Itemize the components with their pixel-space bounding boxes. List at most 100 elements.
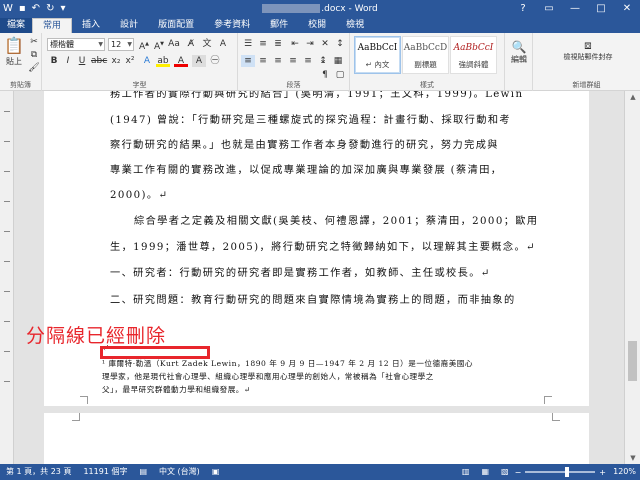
phonetic-icon[interactable]: 文 bbox=[200, 38, 214, 50]
shading-icon[interactable]: ▦ bbox=[331, 55, 345, 67]
zoom-control: ▥ ▦ ▧ − + bbox=[456, 464, 606, 480]
grow-font-icon[interactable]: A▲ bbox=[137, 38, 151, 52]
copy-icon[interactable]: ⧉ bbox=[27, 49, 41, 61]
italic-icon[interactable]: I bbox=[61, 55, 75, 67]
tab-file[interactable]: 檔案 bbox=[0, 18, 33, 33]
custom-group-label: 新增群組 bbox=[572, 81, 601, 89]
tab-layout[interactable]: 版面配置 bbox=[148, 18, 204, 33]
sort-icon[interactable]: ↕ bbox=[333, 38, 347, 50]
print-layout-icon[interactable]: ▦ bbox=[475, 464, 495, 480]
align-left-icon[interactable]: ≡ bbox=[241, 55, 255, 67]
tab-review[interactable]: 校閱 bbox=[298, 18, 336, 33]
decrease-indent-icon[interactable]: ⇤ bbox=[288, 38, 302, 50]
font-color-icon[interactable]: A bbox=[174, 55, 188, 67]
style-normal[interactable]: AaBbCcI ↵ 內文 bbox=[354, 36, 401, 74]
page-count[interactable]: 第 1 頁，共 23 頁 bbox=[0, 464, 77, 480]
tab-insert[interactable]: 插入 bbox=[72, 18, 110, 33]
customize-qat-icon[interactable]: ▾ bbox=[60, 0, 65, 18]
chinese-layout-icon[interactable]: ✕ bbox=[318, 38, 332, 50]
body-line: 2000)。↵ bbox=[110, 190, 169, 201]
body-line: (1947) 曾說：「行動研究是三種螺旋式的探究過程：計畫行動、採取行動和考 bbox=[110, 115, 512, 126]
undo-icon[interactable]: ↶ bbox=[32, 0, 40, 18]
char-border-icon[interactable]: A bbox=[216, 38, 230, 50]
read-mode-icon[interactable]: ▥ bbox=[456, 464, 476, 480]
ribbon-display-button[interactable]: ▭ bbox=[536, 0, 562, 18]
cut-icon[interactable]: ✂ bbox=[27, 36, 41, 48]
superscript-icon[interactable]: x² bbox=[123, 55, 137, 67]
underline-icon[interactable]: U bbox=[75, 55, 89, 67]
enclose-char-icon[interactable]: ㊀ bbox=[208, 55, 222, 67]
line-spacing-icon[interactable]: ↨ bbox=[316, 55, 330, 67]
archive-mail-button[interactable]: ⧈ 檢視貼郵件封存 bbox=[553, 37, 623, 75]
word-count[interactable]: 11191 個字 bbox=[77, 464, 133, 480]
chevron-down-icon: ▼ bbox=[127, 41, 132, 48]
zoom-in-button[interactable]: + bbox=[599, 468, 606, 477]
bold-icon[interactable]: B bbox=[47, 55, 61, 67]
tab-home[interactable]: 常用 bbox=[32, 18, 73, 33]
text-effects-icon[interactable]: A bbox=[140, 55, 154, 67]
close-button[interactable]: ✕ bbox=[614, 0, 640, 18]
justify-icon[interactable]: ≡ bbox=[286, 55, 300, 67]
paragraph-group: ☰ ≡ ≣ ⇤ ⇥ ✕ ↕ ≡ ≡ ≡ ≡ ≡ ↨ ▦ ¶ ▢ 段落 bbox=[238, 33, 350, 91]
styles-group-label: 樣式 bbox=[420, 81, 434, 89]
align-center-icon[interactable]: ≡ bbox=[256, 55, 270, 67]
bullets-icon[interactable]: ☰ bbox=[241, 38, 255, 50]
zoom-slider-knob[interactable] bbox=[565, 467, 570, 477]
scroll-up-icon[interactable]: ▲ bbox=[625, 91, 640, 103]
tab-design[interactable]: 設計 bbox=[110, 18, 148, 33]
paste-button[interactable]: 📋 貼上 bbox=[3, 35, 25, 75]
footnote-line: ¹ 庫爾特·勒溫（Kurt Zadek Lewin，1890 年 9 月 9 日… bbox=[102, 359, 473, 368]
numbering-icon[interactable]: ≡ bbox=[256, 38, 270, 50]
styles-group: AaBbCcI ↵ 內文 AaBbCcD 副標題 AaBbCcI 強調斜體 樣式 bbox=[350, 33, 505, 91]
body-line: 察行動研究的結果。」也就是由實務工作者本身發動進行的研究，努力完成與 bbox=[110, 140, 499, 151]
body-line: 一、研究者：行動研究的研究者即是實務工作者，如教師、主任或校長。↵ bbox=[110, 268, 491, 279]
proofing-icon[interactable]: ▤ bbox=[133, 464, 153, 480]
tab-mailings[interactable]: 郵件 bbox=[260, 18, 298, 33]
change-case-icon[interactable]: Aa bbox=[167, 38, 181, 50]
increase-indent-icon[interactable]: ⇥ bbox=[303, 38, 317, 50]
help-button[interactable]: ? bbox=[510, 0, 536, 18]
multilevel-list-icon[interactable]: ≣ bbox=[271, 38, 285, 50]
style-subtitle[interactable]: AaBbCcD 副標題 bbox=[402, 36, 449, 74]
macro-icon[interactable]: ▣ bbox=[206, 464, 226, 480]
style-emphasis[interactable]: AaBbCcI 強調斜體 bbox=[450, 36, 497, 74]
clear-format-icon[interactable]: A̸ bbox=[184, 38, 198, 50]
zoom-out-button[interactable]: − bbox=[515, 468, 522, 477]
word-logo-icon: W bbox=[3, 3, 13, 14]
font-size-select[interactable]: 12 ▼ bbox=[108, 38, 134, 51]
scroll-thumb[interactable] bbox=[628, 341, 637, 381]
paragraph-group-label: 段落 bbox=[286, 81, 301, 89]
zoom-level[interactable]: 120% bbox=[613, 464, 636, 480]
web-layout-icon[interactable]: ▧ bbox=[495, 464, 515, 480]
align-right-icon[interactable]: ≡ bbox=[271, 55, 285, 67]
document-area[interactable]: 務工作者的實際行動與研究的結合」(吳明清，1991；王文科，1999)。Lewi… bbox=[14, 91, 624, 464]
strikethrough-icon[interactable]: abc bbox=[91, 55, 107, 67]
subscript-icon[interactable]: x₂ bbox=[109, 55, 123, 67]
clipboard-group-label: 剪貼簿 bbox=[10, 81, 31, 89]
next-page[interactable] bbox=[44, 413, 589, 464]
vertical-scrollbar[interactable]: ▲ ▼ bbox=[624, 91, 640, 464]
format-painter-icon[interactable]: 🖌 bbox=[27, 62, 41, 74]
tab-references[interactable]: 參考資料 bbox=[204, 18, 260, 33]
minimize-button[interactable]: — bbox=[562, 0, 588, 18]
crop-mark bbox=[544, 396, 552, 404]
tab-view[interactable]: 檢視 bbox=[336, 18, 374, 33]
font-name-select[interactable]: 標楷體 ▼ bbox=[47, 38, 105, 51]
body-line: 生，1999；潘世尊，2005)，將行動研究之特徵歸納如下，以理解其主要概念。↵ bbox=[110, 242, 536, 253]
distributed-icon[interactable]: ≡ bbox=[301, 55, 315, 67]
annotation-highlight-box bbox=[100, 346, 210, 359]
custom-group: ⧈ 檢視貼郵件封存 新增群組 bbox=[533, 33, 640, 91]
maximize-button[interactable]: □ bbox=[588, 0, 614, 18]
font-group: 標楷體 ▼ 12 ▼ A▲ A▼ Aa A̸ 文 A B I U abc x₂ x²… bbox=[42, 33, 238, 91]
char-shading-icon[interactable]: A bbox=[192, 55, 206, 67]
editing-button[interactable]: 🔍 編輯 bbox=[507, 39, 531, 73]
shrink-font-icon[interactable]: A▼ bbox=[152, 38, 166, 52]
highlight-icon[interactable]: ab bbox=[156, 55, 170, 67]
save-icon[interactable]: ▪ bbox=[19, 0, 26, 18]
scroll-down-icon[interactable]: ▼ bbox=[625, 452, 640, 464]
archive-icon: ⧈ bbox=[584, 38, 592, 52]
language-indicator[interactable]: 中文 (台灣) bbox=[153, 464, 206, 480]
redo-icon[interactable]: ↻ bbox=[46, 0, 54, 18]
body-line: 專業工作有關的實務改進，以促成專業理論的加深加廣與專業發展 (蔡清田， bbox=[110, 165, 503, 176]
zoom-slider[interactable] bbox=[525, 467, 596, 477]
